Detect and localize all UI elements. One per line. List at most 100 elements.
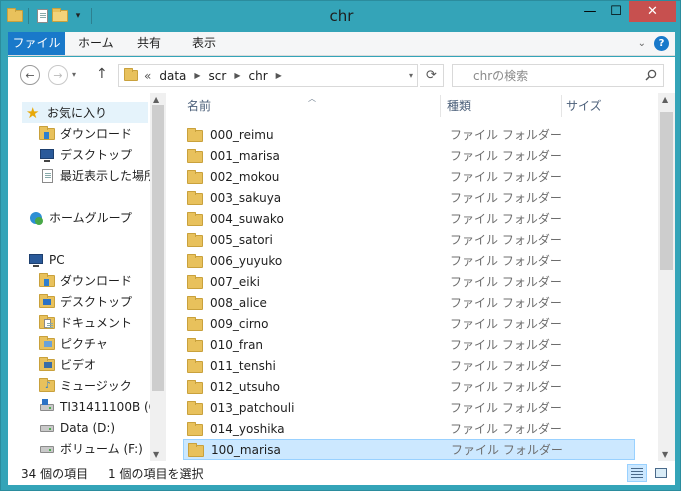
file-row[interactable]: 002_mokou ファイル フォルダー (183, 166, 635, 187)
file-name: 011_tenshi (210, 358, 276, 373)
nav-item-recent-places[interactable]: 最近表示した場所 (39, 165, 156, 186)
file-name: 010_fran (210, 337, 264, 352)
nav-item-label: ピクチャ (60, 337, 108, 351)
back-button[interactable]: ← (20, 65, 40, 85)
nav-item-system-drive[interactable]: TI31411100B (C (39, 396, 157, 417)
search-icon[interactable] (645, 69, 657, 81)
column-header-type[interactable]: 種類 (447, 93, 471, 119)
expand-ribbon-icon[interactable]: ⌄ (638, 38, 646, 49)
scroll-up-arrow-icon[interactable]: ▲ (662, 95, 668, 104)
minimize-button[interactable]: — (577, 1, 603, 22)
refresh-button[interactable]: ⟳ (420, 64, 444, 87)
breadcrumb-chr[interactable]: chr (248, 69, 267, 83)
breadcrumb: « data ▶ scr ▶ chr ▶ (144, 69, 282, 83)
chevron-right-icon[interactable]: ▶ (276, 71, 282, 80)
file-name: 008_alice (210, 295, 267, 310)
file-type: ファイル フォルダー (450, 422, 562, 436)
file-row[interactable]: 008_alice ファイル フォルダー (183, 292, 635, 313)
file-row[interactable]: 004_suwako ファイル フォルダー (183, 208, 635, 229)
folder-icon (124, 67, 138, 82)
nav-item-favorites[interactable]: ★ お気に入り (22, 102, 148, 123)
search-input[interactable]: chrの検索 (473, 67, 528, 84)
folder-icon (187, 148, 203, 163)
ribbon-tabs: ファイル ホーム 共有 表示 ⌄ ? (8, 32, 675, 56)
folder-icon (187, 127, 203, 142)
toolbar-separator (91, 8, 92, 24)
nav-item-data-drive[interactable]: Data (D:) (39, 417, 115, 438)
recent-locations-dropdown[interactable]: ▾ (72, 70, 76, 79)
breadcrumb-scr[interactable]: scr (209, 69, 227, 83)
file-row[interactable]: 011_tenshi ファイル フォルダー (183, 355, 635, 376)
file-row[interactable]: 003_sakuya ファイル フォルダー (183, 187, 635, 208)
column-divider[interactable] (440, 95, 441, 117)
nav-item-pc-downloads[interactable]: ダウンロード (39, 270, 132, 291)
nav-item-volume-drive[interactable]: ボリューム (F:) (39, 438, 143, 459)
breadcrumb-data[interactable]: data (159, 69, 186, 83)
nav-item-pc-desktop[interactable]: デスクトップ (39, 291, 132, 312)
forward-button[interactable]: → (48, 65, 68, 85)
properties-icon[interactable] (34, 8, 50, 24)
nav-item-pictures[interactable]: ピクチャ (39, 333, 108, 354)
close-button[interactable]: ✕ (629, 1, 676, 22)
chevron-right-icon[interactable]: ▶ (194, 71, 200, 80)
tab-file[interactable]: ファイル (8, 32, 65, 55)
details-view-button[interactable] (627, 464, 647, 482)
nav-item-documents[interactable]: ドキュメント (39, 312, 132, 333)
up-button[interactable]: ↑ (96, 66, 108, 82)
nav-item-pc[interactable]: PC (28, 249, 65, 270)
scrollbar-thumb[interactable] (660, 112, 673, 270)
file-name: 013_patchouli (210, 400, 295, 415)
column-header-size[interactable]: サイズ (566, 93, 602, 119)
file-type: ファイル フォルダー (450, 233, 562, 247)
nav-item-downloads[interactable]: ダウンロード (39, 123, 132, 144)
chevron-right-icon[interactable]: ▶ (234, 71, 240, 80)
drive-icon (39, 441, 55, 457)
nav-item-homegroup[interactable]: ホームグループ (28, 207, 132, 228)
column-header-name[interactable]: 名前 (187, 93, 211, 119)
nav-item-label: Data (D:) (60, 420, 116, 435)
scroll-down-arrow-icon[interactable]: ▼ (662, 450, 668, 459)
tab-view[interactable]: 表示 (180, 32, 228, 55)
file-list-scrollbar[interactable]: ▲ ▼ (658, 93, 675, 461)
file-row[interactable]: 012_utsuho ファイル フォルダー (183, 376, 635, 397)
customize-toolbar-icon[interactable]: ▾ (70, 8, 86, 24)
search-box[interactable]: chrの検索 (452, 64, 664, 87)
help-icon[interactable]: ? (654, 36, 669, 51)
selection-count: 1 個の項目を選択 (108, 467, 204, 481)
file-row[interactable]: 007_eiki ファイル フォルダー (183, 271, 635, 292)
new-folder-icon[interactable] (52, 8, 68, 24)
breadcrumb-overflow[interactable]: « (144, 69, 151, 83)
videos-folder-icon (39, 356, 55, 373)
file-row[interactable]: 006_yuyuko ファイル フォルダー (183, 250, 635, 271)
file-type: ファイル フォルダー (450, 338, 562, 352)
file-row[interactable]: 000_reimu ファイル フォルダー (183, 124, 635, 145)
scroll-up-arrow-icon[interactable]: ▲ (153, 95, 159, 104)
scroll-down-arrow-icon[interactable]: ▼ (153, 450, 159, 459)
file-name: 006_yuyuko (210, 253, 283, 268)
folder-icon (187, 211, 203, 226)
nav-item-videos[interactable]: ビデオ (39, 354, 96, 375)
folder-icon (187, 421, 203, 436)
file-row[interactable]: 005_satori ファイル フォルダー (183, 229, 635, 250)
maximize-button[interactable]: ☐ (603, 1, 629, 22)
file-name: 005_satori (210, 232, 273, 247)
scrollbar-thumb[interactable] (152, 105, 164, 391)
tab-share[interactable]: 共有 (125, 32, 173, 55)
nav-item-desktop[interactable]: デスクトップ (39, 144, 132, 165)
address-dropdown-icon[interactable]: ▾ (409, 71, 413, 80)
file-row[interactable]: 009_cirno ファイル フォルダー (183, 313, 635, 334)
file-row[interactable]: 014_yoshika ファイル フォルダー (183, 418, 635, 439)
address-bar[interactable]: « data ▶ scr ▶ chr ▶ ▾ (118, 64, 418, 87)
file-row[interactable]: 100_marisa ファイル フォルダー (183, 439, 635, 460)
tab-home[interactable]: ホーム (66, 32, 126, 55)
nav-item-music[interactable]: ♪ ミュージック (39, 375, 132, 396)
folder-icon[interactable] (7, 8, 23, 24)
file-row[interactable]: 001_marisa ファイル フォルダー (183, 145, 635, 166)
file-row[interactable]: 010_fran ファイル フォルダー (183, 334, 635, 355)
nav-pane-scrollbar[interactable]: ▲ ▼ (150, 93, 166, 461)
file-row[interactable]: 013_patchouli ファイル フォルダー (183, 397, 635, 418)
folder-icon (188, 442, 204, 457)
large-icons-view-button[interactable] (651, 464, 671, 482)
column-divider[interactable] (561, 95, 562, 117)
explorer-body: ★ お気に入り ダウンロード デスクトップ 最近表示した場所 ホームグループ P… (8, 93, 675, 461)
